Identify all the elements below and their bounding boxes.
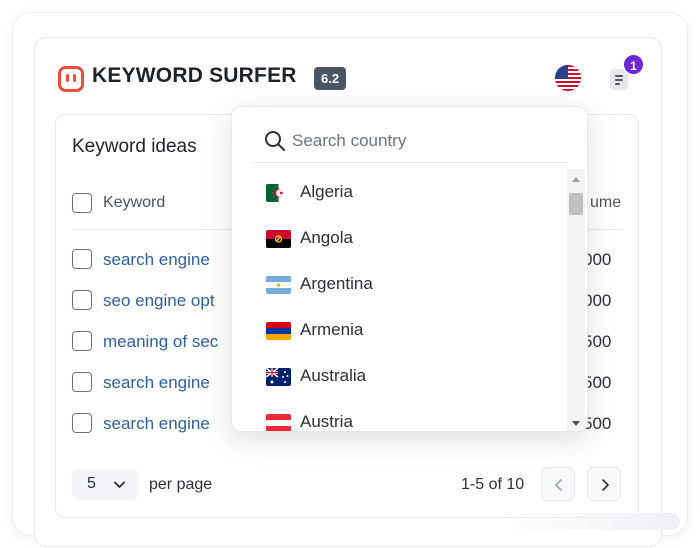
country-search-input[interactable] [292,126,562,156]
prev-page-button[interactable] [541,467,575,501]
us-flag-icon [555,65,581,91]
angola-flag-icon [266,230,291,248]
keyword-link[interactable]: search engine [103,250,210,270]
brand-title: KEYWORD SURFER [92,64,297,87]
scrollbar-thumb[interactable] [569,193,583,215]
country-item-australia[interactable]: Australia [232,355,567,399]
per-page-label: per page [149,476,213,493]
scroll-up-arrow-icon[interactable] [571,175,581,183]
country-name: Argentina [300,274,373,293]
chevron-left-icon [555,479,562,491]
select-all-checkbox[interactable] [72,193,92,213]
scroll-down-arrow-icon[interactable] [571,420,581,428]
chevron-down-icon [114,481,125,488]
row-checkbox[interactable] [72,331,92,351]
row-checkbox[interactable] [72,249,92,269]
column-header-keyword[interactable]: Keyword [103,194,165,212]
country-name: Algeria [300,182,353,201]
surfer-logo-icon [58,66,84,92]
country-item-argentina[interactable]: Argentina [232,263,567,307]
australia-flag-icon [266,368,291,386]
row-checkbox[interactable] [72,372,92,392]
keyword-link[interactable]: search engine [103,373,210,393]
country-name: Australia [300,366,367,385]
keyword-link[interactable]: meaning of sec [103,332,218,352]
armenia-flag-icon [266,322,291,340]
austria-flag-icon [266,414,291,431]
country-item-austria[interactable]: Austria [232,401,567,431]
country-item-angola[interactable]: Angola [232,217,567,261]
country-search [252,119,568,163]
chevron-right-icon [602,479,609,491]
country-item-algeria[interactable]: Algeria [232,171,567,215]
country-select-button[interactable] [555,65,581,91]
country-item-armenia[interactable]: Armenia [232,309,567,353]
panel-title: Keyword ideas [72,136,197,157]
version-badge: 6.2 [314,67,347,90]
row-checkbox[interactable] [72,290,92,310]
country-dropdown: Algeria Angola Argentina Armenia [231,106,588,432]
pagination-range: 1-5 of 10 [461,476,525,493]
column-header-volume[interactable]: ume [590,194,621,212]
argentina-flag-icon [266,276,291,294]
row-checkbox[interactable] [72,413,92,433]
next-page-button[interactable] [587,467,621,501]
country-name: Armenia [300,320,364,339]
search-icon [265,131,285,151]
keyword-link[interactable]: search engine [103,414,210,434]
per-page-value: 5 [87,475,96,492]
algeria-flag-icon [266,184,291,202]
keyword-link[interactable]: seo engine opt [103,291,215,311]
notification-badge: 1 [622,53,645,76]
per-page-select[interactable]: 5 [72,469,138,500]
country-name: Angola [300,228,353,247]
bottom-fade [510,513,680,530]
country-name: Austria [300,412,353,431]
